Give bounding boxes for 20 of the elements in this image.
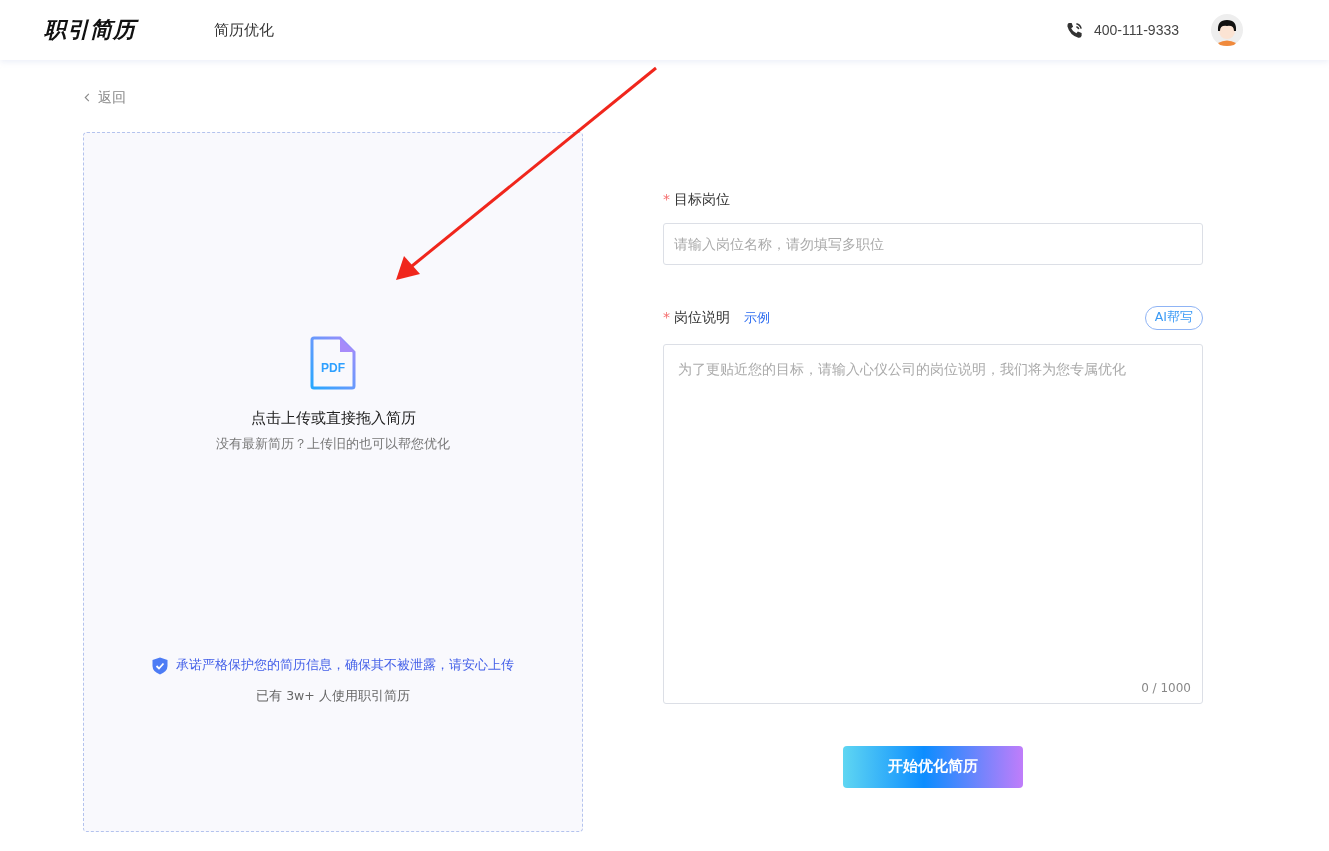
avatar-icon[interactable] — [1211, 14, 1243, 46]
user-count: 已有 3w+ 人使用职引简历 — [256, 687, 410, 705]
ai-write-button[interactable]: AI帮写 — [1144, 305, 1203, 330]
field-label: * 岗位说明 — [663, 308, 730, 327]
upload-hint: 没有最新简历？上传旧的也可以帮您优化 — [216, 435, 450, 453]
back-link[interactable]: 返回 — [83, 88, 126, 107]
phone-number: 400-111-9333 — [1093, 22, 1179, 38]
phone-icon — [1064, 20, 1084, 40]
start-optimize-button[interactable]: 开始优化简历 — [843, 745, 1023, 788]
upload-title: 点击上传或直接拖入简历 — [250, 408, 416, 428]
chevron-left-icon — [83, 93, 92, 102]
field-label: * 目标岗位 — [663, 190, 730, 209]
nav-link[interactable]: 简历优化 — [214, 21, 274, 39]
upload-dropzone[interactable]: PDF 点击上传或直接拖入简历 没有最新简历？上传旧的也可以帮您优化 承诺严格保护您的简历信息，确保其不被泄露，请安心上传 已有 3w+ 人使用职引简历 — [83, 131, 583, 832]
privacy-note: 承诺严格保护您的简历信息，确保其不被泄露，请安心上传 — [176, 657, 514, 674]
example-link[interactable]: 示例 — [744, 308, 770, 327]
pdf-file-icon: PDF — [310, 335, 356, 390]
job-title-input[interactable]: 请输入岗位名称，请勿填写多职位 — [663, 222, 1203, 265]
character-counter: 0 / 1000 — [1141, 680, 1191, 695]
shield-check-icon — [152, 656, 168, 675]
